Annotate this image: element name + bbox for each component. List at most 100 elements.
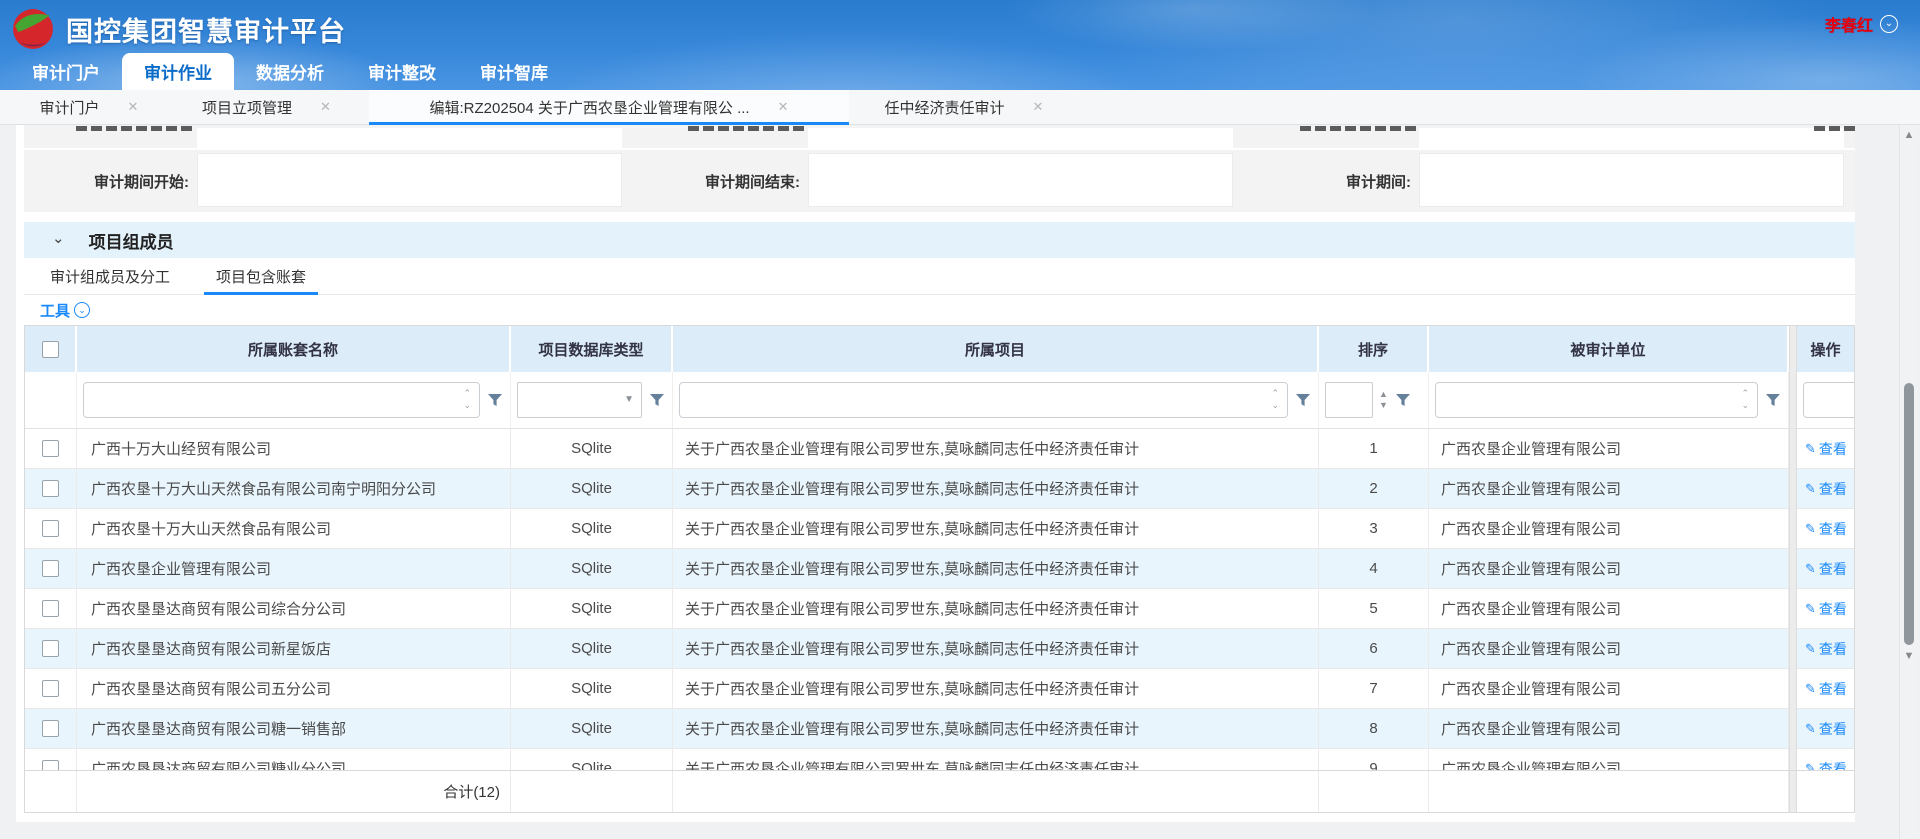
filter-db-type-select[interactable]: ▼ [517, 382, 642, 418]
table-row[interactable]: 广西农垦企业管理有限公司 SQlite 关于广西农垦企业管理有限公司罗世东,莫咏… [25, 549, 1854, 589]
pencil-icon: ✎ [1805, 601, 1816, 617]
filter-audited-unit-input[interactable]: ⌃⌄ [1435, 382, 1758, 418]
close-icon[interactable]: ✕ [128, 99, 139, 115]
clipped-input [808, 128, 1233, 150]
col-header-order[interactable]: 排序 [1319, 326, 1429, 372]
cell-audited-unit: 广西农垦企业管理有限公司 [1429, 749, 1789, 770]
table-row[interactable]: 广西农垦十万大山天然食品有限公司南宁明阳分公司 SQlite 关于广西农垦企业管… [25, 469, 1854, 509]
cell-audited-unit: 广西农垦企业管理有限公司 [1429, 709, 1789, 749]
cell-order: 9 [1319, 749, 1429, 770]
tools-button[interactable]: 工具 ⌄ [24, 297, 90, 323]
pencil-icon: ✎ [1805, 441, 1816, 457]
col-header-db-type[interactable]: 项目数据库类型 [511, 326, 673, 372]
view-link[interactable]: ✎查看 [1805, 559, 1847, 579]
row-checkbox[interactable] [42, 560, 59, 577]
view-link[interactable]: ✎查看 [1805, 679, 1847, 699]
close-icon[interactable]: ✕ [320, 99, 331, 115]
nav-item-audit-portal[interactable]: 审计门户 [10, 53, 122, 90]
app-header: 国控集团智慧审计平台 李春红 ⌄ 审计门户 审计作业 数据分析 审计整改 审计智… [0, 0, 1920, 90]
view-link[interactable]: ✎查看 [1805, 519, 1847, 539]
audit-period-form-row: 审计期间开始: 审计期间结束: 审计期间: [24, 150, 1855, 212]
content-panel: 审计期间开始: 审计期间结束: 审计期间: ⌄ 项目组成员 审计组成员及分工 项… [16, 125, 1896, 822]
audit-period-start-input[interactable] [197, 153, 622, 207]
scroll-down-icon[interactable]: ▼ [1900, 650, 1918, 662]
nav-item-audit-knowledge[interactable]: 审计智库 [458, 53, 570, 90]
table-row[interactable]: 广西农垦垦达商贸有限公司糖一销售部 SQlite 关于广西农垦企业管理有限公司罗… [25, 709, 1854, 749]
row-checkbox[interactable] [42, 520, 59, 537]
brand: 国控集团智慧审计平台 [12, 8, 346, 50]
member-subtabs: 审计组成员及分工 项目包含账套 [24, 258, 1863, 295]
nav-item-data-analysis[interactable]: 数据分析 [234, 53, 346, 90]
table-row[interactable]: 广西农垦垦达商贸有限公司综合分公司 SQlite 关于广西农垦企业管理有限公司罗… [25, 589, 1854, 629]
table-row[interactable]: 广西农垦垦达商贸有限公司糖业分公司 SQlite 关于广西农垦企业管理有限公司罗… [25, 749, 1854, 770]
close-icon[interactable]: ✕ [1033, 99, 1044, 115]
select-all-checkbox[interactable] [42, 341, 59, 358]
chevron-down-icon: ⌄ [1880, 15, 1898, 33]
pencil-icon: ✎ [1805, 521, 1816, 537]
table-row[interactable]: 广西十万大山经贸有限公司 SQlite 关于广西农垦企业管理有限公司罗世东,莫咏… [25, 429, 1854, 469]
col-header-account-name[interactable]: 所属账套名称 [77, 326, 511, 372]
table-row[interactable]: 广西农垦垦达商贸有限公司五分公司 SQlite 关于广西农垦企业管理有限公司罗世… [25, 669, 1854, 709]
cell-project: 关于广西农垦企业管理有限公司罗世东,莫咏麟同志任中经济责任审计 [673, 429, 1319, 469]
filter-funnel-icon[interactable] [1394, 391, 1412, 409]
pencil-icon: ✎ [1805, 761, 1816, 771]
view-link[interactable]: ✎查看 [1805, 479, 1847, 499]
nav-item-audit-rectify[interactable]: 审计整改 [346, 53, 458, 90]
subtab-members-division[interactable]: 审计组成员及分工 [44, 258, 176, 294]
row-checkbox[interactable] [42, 720, 59, 737]
document-tab-strip: 审计门户 ✕ 项目立项管理 ✕ 编辑:RZ202504 关于广西农垦企业管理有限… [0, 90, 1920, 125]
row-checkbox[interactable] [42, 600, 59, 617]
subtab-included-account-sets[interactable]: 项目包含账套 [210, 258, 312, 294]
audit-period-end-input[interactable] [808, 153, 1233, 207]
row-checkbox[interactable] [42, 640, 59, 657]
filter-order-input[interactable] [1325, 382, 1373, 418]
cell-project: 关于广西农垦企业管理有限公司罗世东,莫咏麟同志任中经济责任审计 [673, 749, 1319, 770]
tab-audit-portal[interactable]: 审计门户 ✕ [14, 90, 164, 124]
scroll-up-icon[interactable]: ▲ [1900, 129, 1918, 141]
audit-period-input[interactable] [1419, 153, 1844, 207]
combo-arrows-icon: ⌃⌄ [463, 387, 471, 411]
col-header-project[interactable]: 所属项目 [673, 326, 1319, 372]
user-menu[interactable]: 李春红 ⌄ [1825, 12, 1898, 36]
table-footer-row: 合计(12) [25, 770, 1854, 812]
view-link[interactable]: ✎查看 [1805, 759, 1847, 771]
scrollbar-thumb[interactable] [1904, 383, 1914, 645]
cell-audited-unit: 广西农垦企业管理有限公司 [1429, 589, 1789, 629]
view-link[interactable]: ✎查看 [1805, 719, 1847, 739]
tab-edit-project[interactable]: 编辑:RZ202504 关于广西农垦企业管理有限公 ... ✕ [369, 90, 849, 124]
filter-actions-input[interactable] [1803, 382, 1854, 418]
table-row[interactable]: 广西农垦十万大山天然食品有限公司 SQlite 关于广西农垦企业管理有限公司罗世… [25, 509, 1854, 549]
row-checkbox[interactable] [42, 760, 59, 770]
tab-economic-audit[interactable]: 任中经济责任审计 ✕ [849, 90, 1079, 124]
tab-project-setup[interactable]: 项目立项管理 ✕ [164, 90, 369, 124]
cell-db-type: SQlite [511, 629, 673, 669]
col-header-audited-unit[interactable]: 被审计单位 [1429, 326, 1789, 372]
section-header-project-members[interactable]: ⌄ 项目组成员 [24, 222, 1863, 258]
chevron-down-icon[interactable]: ⌄ [52, 231, 65, 246]
filter-account-name-input[interactable]: ⌃⌄ [83, 382, 480, 418]
vertical-scrollbar[interactable]: ▲ ▼ [1899, 125, 1918, 839]
cell-audited-unit: 广西农垦企业管理有限公司 [1429, 549, 1789, 589]
table-row[interactable]: 广西农垦垦达商贸有限公司新星饭店 SQlite 关于广西农垦企业管理有限公司罗世… [25, 629, 1854, 669]
filter-funnel-icon[interactable] [1294, 391, 1312, 409]
row-checkbox[interactable] [42, 480, 59, 497]
filter-funnel-icon[interactable] [486, 391, 504, 409]
frozen-column-divider [1789, 589, 1797, 629]
clipped-input [1419, 128, 1844, 150]
view-link[interactable]: ✎查看 [1805, 639, 1847, 659]
nav-item-audit-work[interactable]: 审计作业 [122, 53, 234, 90]
view-link[interactable]: ✎查看 [1805, 599, 1847, 619]
view-link[interactable]: ✎查看 [1805, 439, 1847, 459]
filter-funnel-icon[interactable] [648, 391, 666, 409]
section-title: 项目组成员 [89, 228, 174, 253]
cell-db-type: SQlite [511, 469, 673, 509]
close-icon[interactable]: ✕ [778, 99, 789, 115]
cell-audited-unit: 广西农垦企业管理有限公司 [1429, 469, 1789, 509]
spinner-arrows[interactable]: ▲▼ [1379, 389, 1388, 411]
filter-funnel-icon[interactable] [1764, 391, 1782, 409]
row-checkbox[interactable] [42, 680, 59, 697]
filter-project-input[interactable]: ⌃⌄ [679, 382, 1288, 418]
row-checkbox[interactable] [42, 440, 59, 457]
frozen-column-divider [1789, 709, 1797, 749]
cell-account-name: 广西农垦十万大山天然食品有限公司 [77, 509, 511, 549]
